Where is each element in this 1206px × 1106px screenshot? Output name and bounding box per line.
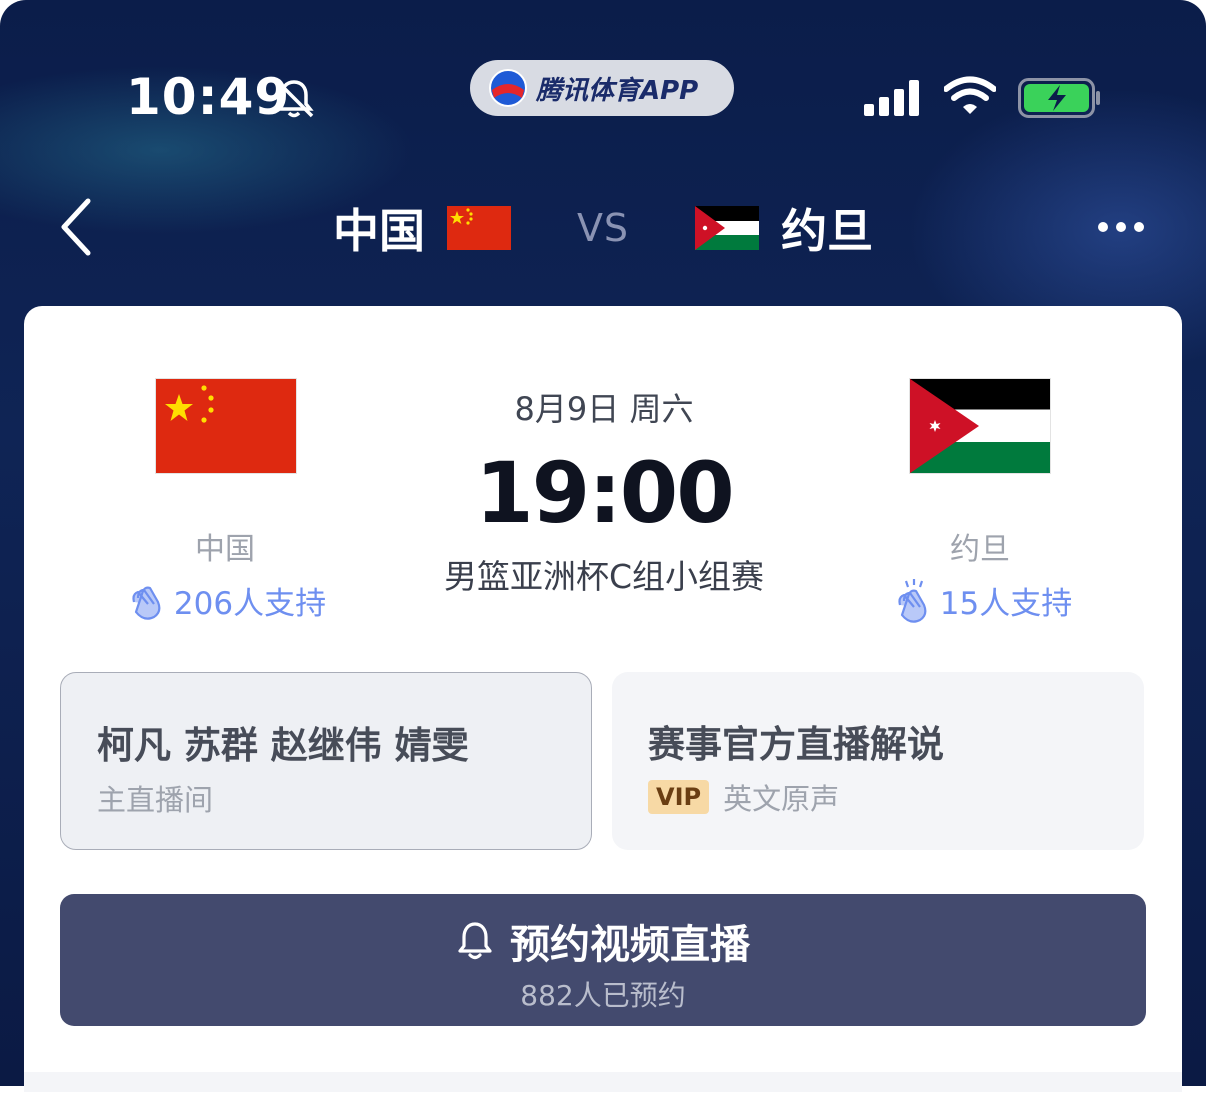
nav-vs: VS [576, 206, 630, 250]
battery-charging-icon [1018, 78, 1100, 118]
reserve-label: 预约视频直播 [510, 922, 750, 968]
more-icon[interactable] [1096, 220, 1146, 234]
stream-title: 赛事官方直播解说 [648, 723, 944, 766]
nav-title: 中国 VS 约旦 [0, 196, 1206, 260]
reserve-count: 882人已预约 [520, 979, 686, 1012]
section-divider [24, 1072, 1182, 1092]
stream-option-official[interactable]: 赛事官方直播解说 VIP 英文原声 [612, 672, 1144, 850]
home-team-flag[interactable] [155, 378, 297, 474]
match-round: 男篮亚洲杯C组小组赛 [443, 557, 765, 596]
away-team-name: 约旦 [950, 532, 1010, 567]
bell-icon [458, 922, 492, 960]
away-support[interactable]: 15人支持 [832, 578, 1132, 623]
match-time: 19:00 [475, 444, 734, 542]
home-support[interactable]: 206人支持 [76, 578, 376, 623]
home-support-count: 206人支持 [173, 586, 327, 622]
status-time: 10:49 [126, 68, 291, 126]
reserve-label-row: 预约视频直播 [60, 912, 1146, 970]
china-flag-icon [446, 206, 511, 250]
app-name: 腾讯体育APP [536, 75, 699, 106]
stream-subtitle: 主直播间 [97, 777, 213, 819]
away-support-count: 15人支持 [939, 586, 1073, 622]
jordan-flag-icon [695, 206, 760, 250]
match-date: 8月9日 周六 [514, 390, 694, 428]
nav-home-team: 中国 [332, 204, 425, 258]
clap-icon [132, 586, 161, 620]
stream-title: 柯凡 苏群 赵继伟 婧雯 [97, 724, 469, 767]
wifi-icon [944, 76, 996, 114]
clap-icon [898, 578, 927, 623]
nav-away-team: 约旦 [781, 204, 874, 258]
stream-subtitle-text: 主直播间 [97, 783, 214, 817]
signal-icon [864, 80, 919, 116]
reserve-live-button[interactable]: 预约视频直播 882人已预约 [60, 894, 1146, 1026]
stream-option-main[interactable]: 柯凡 苏群 赵继伟 婧雯 主直播间 [60, 672, 592, 850]
app-source-pill[interactable]: 腾讯体育APP [470, 60, 734, 116]
tencent-sports-logo-icon [489, 69, 527, 107]
home-team-name: 中国 [195, 532, 255, 567]
match-card: 中国 206人支持 8月9日 周六 19:00 男篮亚洲杯C组小组赛 约旦 15… [24, 306, 1182, 1106]
stream-subtitle: VIP 英文原声 [648, 776, 839, 818]
bell-off-icon [274, 80, 314, 118]
stream-subtitle-text: 英文原声 [723, 782, 840, 816]
away-team-flag[interactable] [909, 378, 1051, 474]
vip-badge: VIP [648, 780, 710, 814]
